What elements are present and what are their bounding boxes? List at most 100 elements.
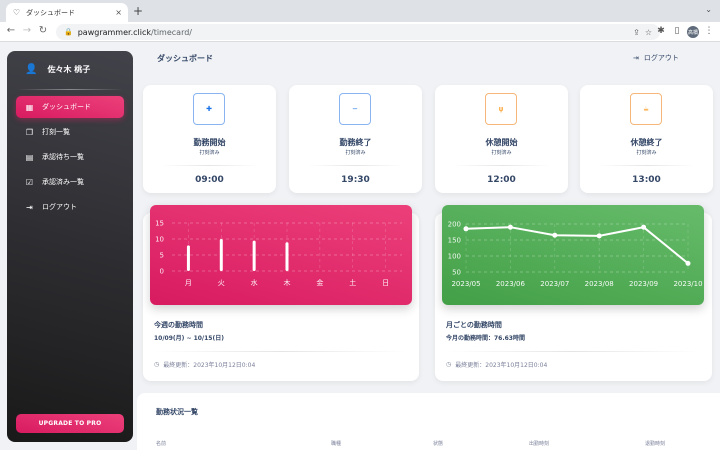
x-tick-label: 土 bbox=[349, 278, 356, 287]
x-tick-label: 2023/08 bbox=[585, 280, 614, 288]
person-add-icon[interactable]: ✚ bbox=[193, 93, 225, 125]
x-tick-label: 日 bbox=[382, 279, 389, 287]
weekly-bar-chart: 0 5 10 15 月 火 水 木 金 土 日 bbox=[155, 220, 402, 287]
browser-tab[interactable]: ♡ ダッシュボード × bbox=[6, 3, 128, 22]
table-header-name: 名前 bbox=[156, 441, 167, 447]
monthly-chart-divider bbox=[446, 351, 700, 352]
extensions-icon[interactable]: ✱ bbox=[655, 26, 667, 36]
stat-title: 勤務開始 bbox=[193, 138, 226, 147]
url-host: pawgrammer.click bbox=[77, 27, 151, 37]
sidebar-item-approved[interactable]: ☑ 承認済み一覧 bbox=[16, 171, 124, 193]
data-point bbox=[685, 260, 691, 266]
monthly-chart-summary: 今月の勤務時間：76.63時間 bbox=[446, 335, 525, 342]
bookmark-star-icon[interactable]: ☆ bbox=[645, 28, 652, 37]
data-point bbox=[641, 224, 647, 230]
address-bar[interactable]: 🔒 pawgrammer.click/timecard/ ⇪ ☆ bbox=[56, 24, 660, 40]
weekly-chart-card: 0 5 10 15 月 火 水 木 金 土 日 今週の勤務時間 10/09(月) ~ 10/15(日… bbox=[143, 205, 419, 381]
y-tick-label: 150 bbox=[448, 237, 461, 245]
inbox-icon: ▤ bbox=[25, 152, 34, 162]
fork-knife-icon[interactable]: ψ bbox=[485, 93, 517, 125]
back-icon[interactable]: ← bbox=[4, 25, 18, 36]
stat-title: 休憩開始 bbox=[485, 138, 518, 147]
monthly-updated-text: 最終更新：2023年10月12日0:04 bbox=[455, 362, 548, 369]
sidebar-item-label: ダッシュボード bbox=[42, 103, 91, 111]
new-tab-button[interactable]: + bbox=[131, 4, 145, 18]
monthly-chart-title: 月ごとの勤務時間 bbox=[446, 321, 502, 329]
sidebar-item-pending[interactable]: ▤ 承認待ち一覧 bbox=[16, 146, 124, 168]
table-header-clock-out: 退勤時刻 bbox=[645, 441, 666, 447]
data-point bbox=[552, 232, 558, 238]
y-tick-label: 5 bbox=[160, 252, 164, 260]
share-icon[interactable]: ⇪ bbox=[633, 28, 640, 37]
bar bbox=[186, 245, 190, 271]
y-tick-label: 100 bbox=[448, 253, 461, 261]
header-logout-label: ログアウト bbox=[643, 54, 679, 62]
data-point bbox=[507, 224, 513, 230]
stat-time: 09:00 bbox=[195, 175, 224, 185]
stat-divider bbox=[453, 165, 550, 166]
browser-tab-bar: ♡ ダッシュボード × + ⌄ bbox=[0, 0, 720, 22]
weekly-chart-range: 10/09(月) ~ 10/15(日) bbox=[154, 335, 224, 342]
table-title: 勤務状況一覧 bbox=[156, 408, 198, 416]
tab-favicon-icon: ♡ bbox=[12, 8, 21, 17]
stat-title: 休憩終了 bbox=[630, 138, 663, 147]
sidebar-item-logout[interactable]: ⇥ ログアウト bbox=[16, 196, 124, 218]
sidebar: 👤 佐々木 桃子 ▦ ダッシュボード ❐ 打刻一覧 ▤ 承認待ち一覧 ☑ 承認済… bbox=[7, 51, 133, 442]
header-logout-link[interactable]: ⇥ ログアウト bbox=[633, 53, 679, 63]
person-remove-icon[interactable]: − bbox=[339, 93, 371, 125]
coffee-icon[interactable]: ☕ bbox=[630, 93, 662, 125]
stat-card-work-start: ✚ 勤務開始 打刻済み 09:00 bbox=[143, 85, 276, 193]
menu-kebab-icon[interactable]: ⋮ bbox=[703, 26, 715, 36]
sidebar-divider bbox=[17, 89, 123, 90]
x-tick-label: 2023/07 bbox=[540, 280, 569, 288]
sidebar-item-label: 承認待ち一覧 bbox=[42, 153, 84, 161]
page: 👤 佐々木 桃子 ▦ ダッシュボード ❐ 打刻一覧 ▤ 承認待ち一覧 ☑ 承認済… bbox=[0, 42, 720, 450]
monthly-chart-box: 50 100 150 200 2023/05 2023/06 2023/07 2023/08 2… bbox=[442, 205, 704, 305]
x-tick-label: 木 bbox=[284, 278, 291, 287]
clock-icon: ◷ bbox=[154, 361, 160, 368]
table-header-status: 状態 bbox=[433, 441, 444, 447]
stat-time: 12:00 bbox=[487, 175, 516, 185]
y-tick-label: 50 bbox=[452, 269, 461, 277]
table-header-job: 職種 bbox=[331, 441, 342, 447]
forward-icon[interactable]: → bbox=[20, 25, 34, 36]
tab-close-icon[interactable]: × bbox=[115, 8, 122, 17]
bar bbox=[285, 242, 289, 271]
check-box-icon: ☑ bbox=[25, 177, 34, 187]
weekly-chart-box: 0 5 10 15 月 火 水 木 金 土 日 bbox=[150, 205, 412, 305]
x-tick-label: 2023/06 bbox=[496, 280, 526, 288]
stat-card-break-end: ☕ 休憩終了 打刻済み 13:00 bbox=[580, 85, 713, 193]
side-panel-icon[interactable]: ▯ bbox=[671, 26, 683, 36]
sidebar-item-punch-list[interactable]: ❐ 打刻一覧 bbox=[16, 121, 124, 143]
tab-search-icon[interactable]: ⌄ bbox=[705, 5, 712, 14]
weekly-updated: ◷ 最終更新：2023年10月12日0:04 bbox=[154, 360, 255, 369]
sidebar-user: 👤 佐々木 桃子 bbox=[25, 64, 90, 75]
monthly-chart-card: 50 100 150 200 2023/05 2023/06 2023/07 2023/08 2… bbox=[435, 205, 712, 381]
work-status-table-card: 勤務状況一覧 名前 職種 状態 出勤時刻 退勤時刻 bbox=[137, 393, 720, 450]
x-tick-label: 水 bbox=[251, 278, 258, 287]
upgrade-button[interactable]: UPGRADE TO PRO bbox=[16, 414, 124, 433]
dashboard-icon: ▦ bbox=[25, 102, 34, 112]
sidebar-item-label: ログアウト bbox=[42, 203, 77, 211]
stat-card-work-end: − 勤務終了 打刻済み 19:30 bbox=[289, 85, 422, 193]
stat-title: 勤務終了 bbox=[339, 138, 372, 147]
tab-title: ダッシュボード bbox=[26, 8, 75, 17]
reload-icon[interactable]: ↻ bbox=[36, 25, 50, 36]
page-title: ダッシュボード bbox=[157, 54, 213, 63]
profile-avatar[interactable]: 高橋 bbox=[687, 26, 699, 38]
monthly-line-chart: 50 100 150 200 2023/05 2023/06 2023/07 2023/08 2… bbox=[448, 221, 703, 289]
x-tick-label: 2023/10 bbox=[673, 280, 702, 288]
bar bbox=[252, 240, 256, 271]
weekly-chart-divider bbox=[154, 351, 408, 352]
lock-icon: 🔒 bbox=[64, 28, 73, 36]
url-path: /timecard/ bbox=[151, 27, 192, 37]
x-tick-label: 金 bbox=[316, 278, 323, 287]
stat-status: 打刻済み bbox=[345, 150, 366, 156]
weekly-updated-text: 最終更新：2023年10月12日0:04 bbox=[163, 362, 256, 369]
table-header-clock-in: 出勤時刻 bbox=[529, 441, 550, 447]
stat-divider bbox=[598, 165, 695, 166]
logout-icon: ⇥ bbox=[633, 54, 639, 62]
x-tick-label: 2023/05 bbox=[451, 280, 480, 288]
data-point bbox=[463, 226, 469, 232]
sidebar-item-dashboard[interactable]: ▦ ダッシュボード bbox=[16, 96, 124, 118]
